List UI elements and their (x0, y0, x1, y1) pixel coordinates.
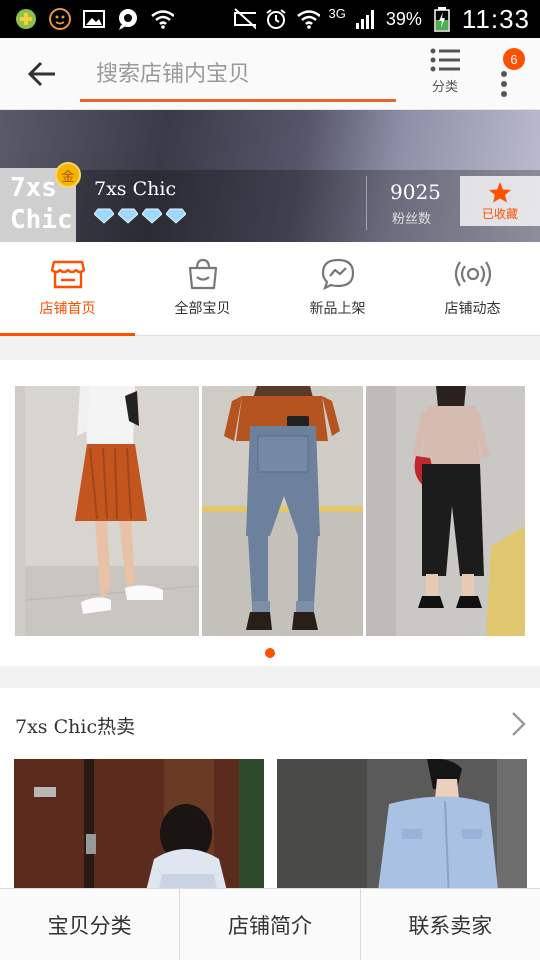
shop-banner: 7xs Chic 金 7xs Chic 9025 粉丝数 已收藏 (0, 110, 540, 242)
network-type: 3G (328, 5, 346, 21)
tab-label: 全部宝贝 (174, 301, 231, 317)
favorite-label: 已收藏 (481, 206, 518, 221)
battery-charging-icon (430, 7, 454, 32)
arrow-left-icon (27, 61, 55, 87)
product-image (14, 759, 264, 899)
clock: 11:33 (461, 3, 530, 34)
tab-shop-updates[interactable]: 店铺动态 (405, 242, 540, 336)
search-field[interactable] (80, 52, 396, 102)
tab-label: 新品上架 (309, 301, 366, 317)
promo-carousel[interactable] (0, 360, 540, 666)
diamond-icon (166, 208, 186, 224)
status-bar: 3G 39% 11:33 (0, 0, 540, 38)
product-photo[interactable] (15, 386, 199, 636)
shop-tabs: 店铺首页 全部宝贝 新品上架 店铺动态 (0, 242, 540, 336)
product-image (277, 759, 527, 899)
tab-active-indicator (0, 333, 135, 336)
diamond-icon (94, 208, 114, 224)
mute-icon (232, 7, 257, 31)
gold-medal-icon: 金 (55, 162, 81, 188)
carousel-indicator (0, 648, 540, 658)
product-photo[interactable] (202, 386, 363, 636)
category-button[interactable]: 分类 (420, 48, 470, 104)
tab-new-arrivals[interactable]: 新品上架 (270, 242, 405, 336)
search-input[interactable] (80, 52, 396, 96)
store-icon (50, 260, 85, 289)
chat-icon (116, 7, 140, 31)
screen: 3G 39% 11:33 分类 (0, 0, 540, 960)
fans-label: 粉丝数 (392, 212, 432, 227)
contact-seller-button[interactable]: 联系卖家 (359, 889, 540, 960)
item-category-button[interactable]: 宝贝分类 (0, 889, 179, 960)
wifi-icon (296, 7, 321, 31)
top-bar: 分类 6 (0, 38, 540, 110)
diamond-icon (142, 208, 162, 224)
tab-label: 店铺首页 (39, 301, 96, 317)
list-icon (430, 48, 460, 72)
carousel-dot-active[interactable] (265, 648, 275, 658)
section-title: 7xs Chic热卖 (15, 716, 136, 738)
wifi-question-icon (150, 7, 174, 31)
notification-badge: 6 (503, 48, 525, 70)
fans-count: 9025 (390, 180, 441, 204)
tab-shop-home[interactable]: 店铺首页 (0, 242, 135, 336)
shop-intro-button[interactable]: 店铺简介 (179, 889, 359, 960)
back-button[interactable] (22, 56, 62, 92)
chevron-right-icon (512, 712, 526, 736)
product-card[interactable] (14, 759, 264, 899)
diamond-icon (118, 208, 138, 224)
category-label: 分类 (431, 80, 458, 95)
image-icon (82, 7, 106, 31)
shop-name: 7xs Chic (94, 178, 177, 200)
logo-text-line2: Chic (10, 205, 73, 235)
favorite-button[interactable]: 已收藏 (460, 176, 540, 226)
product-card[interactable] (277, 759, 527, 899)
tab-label: 店铺动态 (444, 301, 501, 317)
product-photo[interactable] (366, 386, 525, 636)
diamond-rating (94, 208, 186, 224)
chat-lightning-icon (321, 258, 354, 290)
tab-all-items[interactable]: 全部宝贝 (135, 242, 270, 336)
face-icon (48, 7, 72, 31)
broadcast-icon (454, 261, 491, 287)
carousel-slide[interactable] (15, 386, 525, 636)
star-icon (489, 181, 511, 202)
see-more-button[interactable] (505, 710, 533, 738)
bag-icon (188, 258, 217, 290)
battery-percent: 39% (385, 8, 422, 29)
app-plus-icon (14, 7, 38, 31)
signal-icon (354, 7, 378, 31)
bottom-action-bar: 宝贝分类 店铺简介 联系卖家 (0, 888, 540, 960)
alarm-icon (264, 7, 288, 31)
